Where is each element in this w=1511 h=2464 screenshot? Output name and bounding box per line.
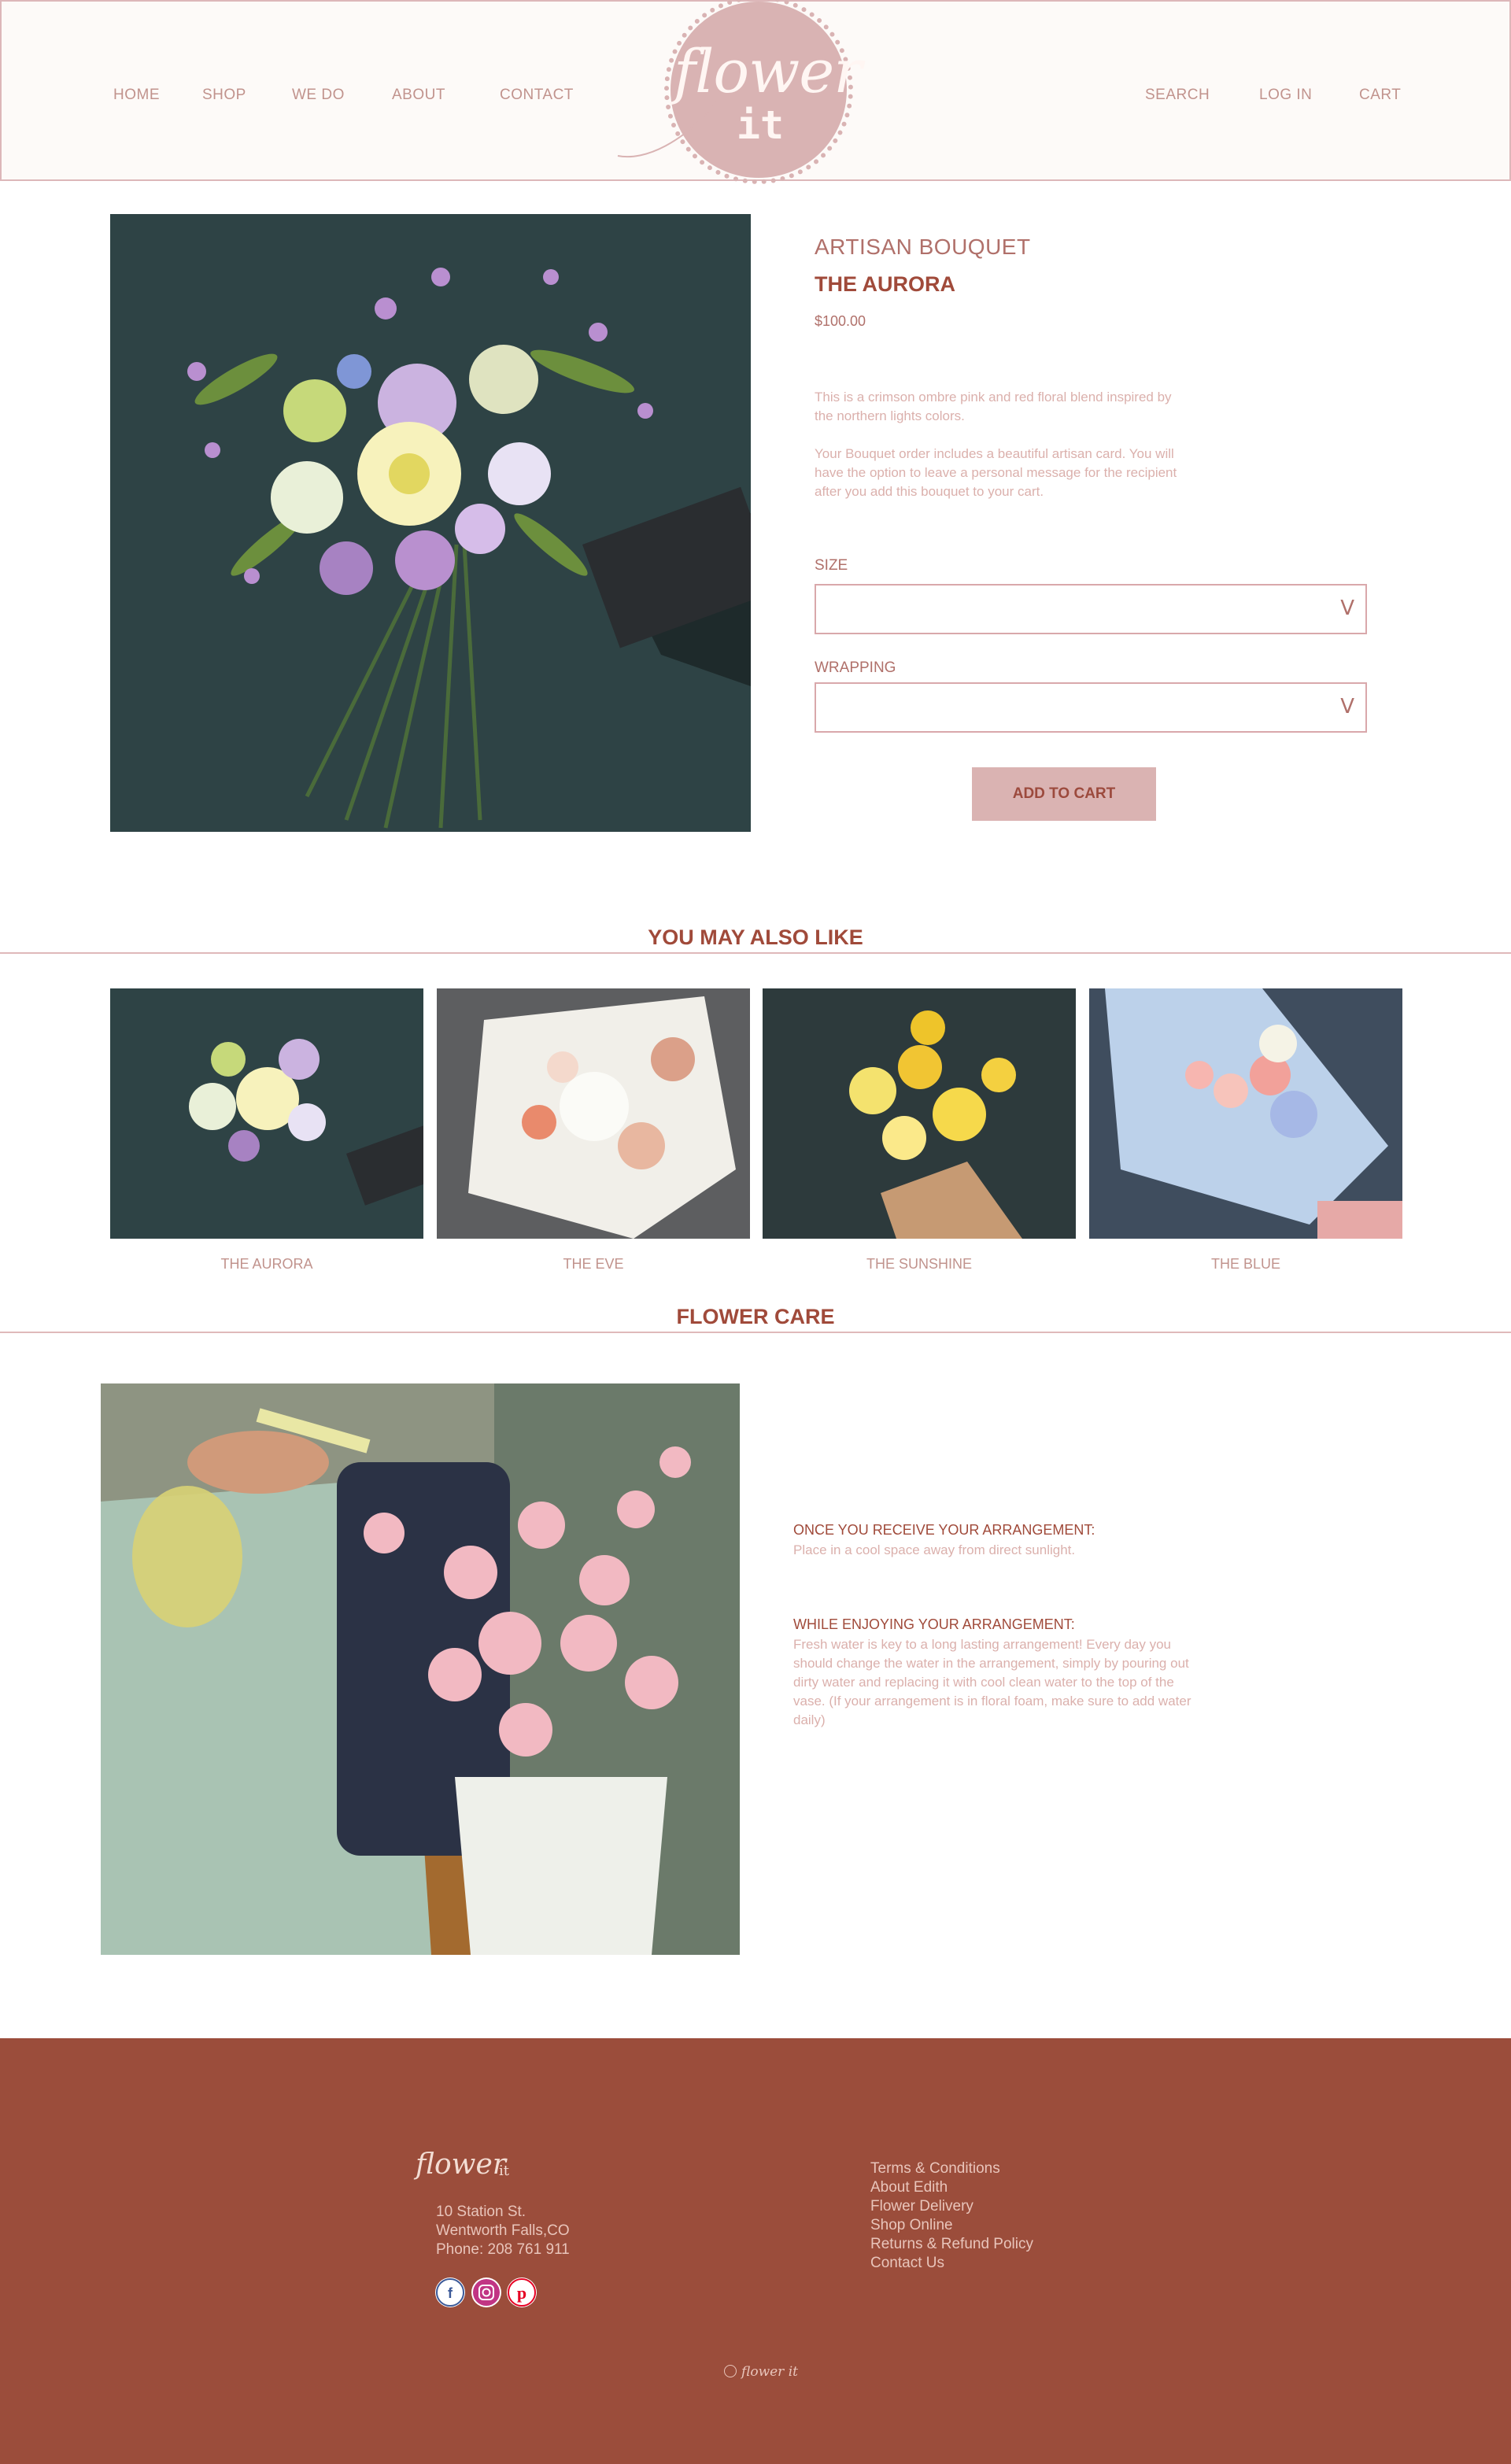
instagram-icon[interactable] [471,2277,501,2307]
nav-home[interactable]: HOME [113,87,160,104]
chevron-down-icon: V [1340,597,1354,620]
footer-logo-it: it [499,2163,509,2179]
rec-label-sunshine[interactable]: THE SUNSHINE [763,1256,1076,1273]
link-terms[interactable]: Terms & Conditions [870,2159,1033,2178]
care-heading-receive: ONCE YOU RECEIVE YOUR ARRANGEMENT: [793,1522,1095,1538]
pinterest-icon[interactable]: p [507,2277,537,2307]
divider [0,952,1511,954]
address-phone: Phone: 208 761 911 [436,2241,570,2258]
product-price: $100.00 [815,313,866,329]
nav-contact[interactable]: CONTACT [500,87,574,104]
wrapping-label: WRAPPING [815,659,896,676]
product-image [110,214,751,832]
rec-label-eve[interactable]: THE EVE [437,1256,750,1273]
rec-image-eve[interactable] [437,988,750,1239]
link-returns-refund[interactable]: Returns & Refund Policy [870,2235,1033,2254]
nav-log-in[interactable]: LOG IN [1259,87,1312,104]
nav-search[interactable]: SEARCH [1145,87,1210,104]
care-heading-enjoy: WHILE ENJOYING YOUR ARRANGEMENT: [793,1616,1075,1632]
nav-shop[interactable]: SHOP [202,87,246,104]
product-category: ARTISAN BOUQUET [815,235,1031,259]
product-card-info: Your Bouquet order includes a beautiful … [815,446,1177,499]
divider [0,1332,1511,1333]
footer-address: 10 Station St. Wentworth Falls,CO Phone:… [436,2203,570,2259]
size-select[interactable]: V [815,584,1367,634]
add-to-cart-button[interactable]: ADD TO CART [972,767,1156,821]
footer-logo-flower: flower [416,2148,507,2181]
care-image [101,1383,740,1955]
link-contact-us[interactable]: Contact Us [870,2254,1033,2273]
nav-cart[interactable]: CART [1359,87,1401,104]
care-body-enjoy: Fresh water is key to a long lasting arr… [793,1637,1191,1727]
site-footer [0,2038,1511,2464]
svg-text:f: f [448,2285,453,2301]
facebook-icon[interactable]: f [435,2277,465,2307]
link-flower-delivery[interactable]: Flower Delivery [870,2197,1033,2216]
footer-small-logo: flower it [741,2364,798,2380]
nav-about[interactable]: ABOUT [392,87,445,104]
address-city: Wentworth Falls,CO [436,2222,570,2239]
care-title: FLOWER CARE [676,1305,835,1328]
wrapping-select[interactable]: V [815,682,1367,733]
recommendations-title: YOU MAY ALSO LIKE [648,925,863,949]
footer-links: Terms & Conditions About Edith Flower De… [870,2159,1033,2273]
link-about-edith[interactable]: About Edith [870,2178,1033,2197]
nav-we-do[interactable]: WE DO [292,87,345,104]
product-description: This is a crimson ombre pink and red flo… [815,390,1172,423]
copyright-icon [724,2365,737,2377]
rec-image-aurora[interactable] [110,988,423,1239]
chevron-down-icon: V [1340,695,1354,719]
product-name: THE AURORA [815,272,955,296]
size-label: SIZE [815,557,848,574]
care-body-receive: Place in a cool space away from direct s… [793,1542,1076,1557]
rec-image-blue[interactable] [1089,988,1402,1239]
logo-word-flower: flower [674,36,863,106]
rec-label-blue[interactable]: THE BLUE [1089,1256,1402,1273]
rec-image-sunshine[interactable] [763,988,1076,1239]
address-street: 10 Station St. [436,2204,526,2220]
rec-label-aurora[interactable]: THE AURORA [110,1256,423,1273]
svg-text:p: p [517,2283,526,2303]
link-shop-online[interactable]: Shop Online [870,2216,1033,2235]
logo-word-it: it [736,102,785,148]
